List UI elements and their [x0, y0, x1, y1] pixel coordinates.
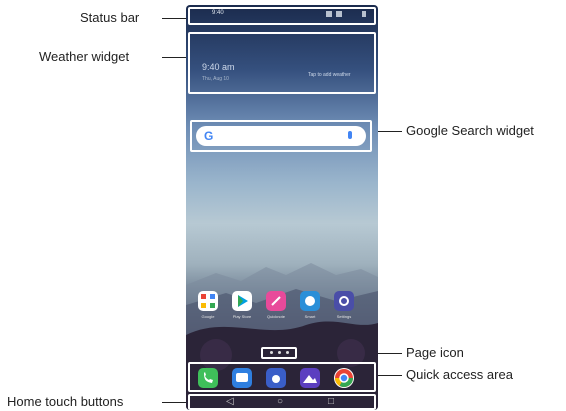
callout-weather-widget: Weather widget [39, 49, 130, 64]
leader-quick-access-area [376, 375, 402, 376]
weather-tap-text: Tap to add weather [308, 72, 351, 78]
google-folder-icon[interactable] [198, 291, 218, 311]
mic-icon[interactable] [348, 131, 352, 139]
camera-icon[interactable] [266, 368, 286, 388]
status-bar-highlight [188, 7, 376, 25]
app-label-smart: Smart [304, 314, 316, 319]
phone-screen: 9:40 9:40 am Thu, Aug 10 Tap to add weat… [186, 5, 378, 410]
callout-quick-access-area: Quick access area [406, 367, 513, 382]
settings-icon[interactable] [334, 291, 354, 311]
app-label-google: Google [201, 314, 215, 319]
gallery-icon[interactable] [300, 368, 320, 388]
weather-widget[interactable]: 9:40 am Thu, Aug 10 Tap to add weather [188, 32, 376, 94]
app-label-settings: Settings [336, 314, 352, 319]
back-button[interactable]: ◁ [226, 396, 234, 407]
recents-button[interactable]: □ [328, 396, 334, 407]
callout-home-touch-buttons: Home touch buttons [7, 394, 124, 409]
message-icon[interactable] [232, 368, 252, 388]
page-dot-2 [278, 351, 281, 354]
page-dot-1 [270, 351, 273, 354]
app-label-play-store: Play Store [232, 314, 252, 319]
callout-google-search-widget: Google Search widget [406, 123, 534, 138]
smart-icon[interactable] [300, 291, 320, 311]
home-button[interactable]: ○ [277, 396, 283, 407]
phone-icon[interactable] [198, 368, 218, 388]
app-label-quicknote: Quicknote [266, 314, 285, 319]
weather-time: 9:40 am [202, 62, 235, 72]
callout-page-icon: Page icon [406, 345, 464, 360]
google-logo-icon: G [204, 129, 214, 143]
weather-date: Thu, Aug 10 [202, 76, 229, 82]
quicknote-icon[interactable] [266, 291, 286, 311]
callout-status-bar: Status bar [80, 10, 140, 25]
chrome-icon[interactable] [334, 368, 354, 388]
play-store-icon[interactable] [232, 291, 252, 311]
page-dot-3 [286, 351, 289, 354]
google-search-bar[interactable]: G [196, 126, 366, 146]
